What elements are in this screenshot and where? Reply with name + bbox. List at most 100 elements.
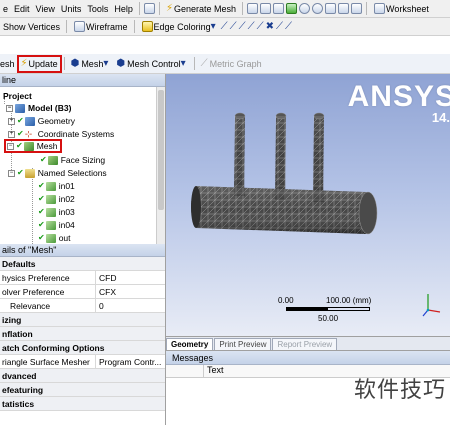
edge-coloring-dropdown[interactable]: Edge Coloring ▾ [138, 19, 221, 35]
solve-icon[interactable] [286, 3, 298, 14]
detail-value[interactable]: CFX [96, 285, 165, 299]
group-defaults[interactable]: Defaults [0, 257, 165, 271]
detail-row-relevance[interactable]: Relevance 0 [0, 298, 165, 313]
update-label: Update [28, 58, 58, 69]
collapse-icon[interactable]: − [7, 142, 14, 150]
tree-scrollbar[interactable] [156, 87, 165, 244]
generate-mesh-button[interactable]: ⚡ Generate Mesh [163, 1, 239, 17]
mesh-dropdown[interactable]: ⬢ Mesh ▾ [68, 56, 114, 72]
pin-icon[interactable]: ✖ [266, 21, 274, 32]
tree-item-in04[interactable]: ✔ in04 [38, 219, 75, 231]
detail-key: hysics Preference [0, 270, 96, 285]
check-icon: ✔ [38, 181, 45, 190]
menu-units[interactable]: Units [58, 4, 85, 14]
show-vertices-button[interactable]: Show Vertices [0, 19, 63, 35]
messages-type-column[interactable] [166, 365, 204, 377]
edge-tool-icon[interactable]: ⟋ [257, 21, 264, 32]
edge-tool-icon[interactable]: ⟋ [248, 21, 255, 32]
group-patch-conforming[interactable]: atch Conforming Options [0, 341, 165, 355]
menu-edit[interactable]: Edit [11, 4, 33, 14]
group-statistics[interactable]: tatistics [0, 397, 165, 411]
copy-icon[interactable] [260, 3, 272, 14]
detail-value[interactable]: 0 [96, 299, 165, 313]
menu-file[interactable]: e [0, 4, 11, 14]
mesh-control-icon: ⬢ [116, 58, 126, 69]
metric-graph-button[interactable]: ⟋ Metric Graph [198, 56, 265, 72]
expand-icon[interactable]: + [8, 130, 15, 138]
mesh-control-dropdown[interactable]: ⬢ Mesh Control ▾ [113, 56, 190, 72]
display-toolbar: Show Vertices Wireframe Edge Coloring ▾ … [0, 18, 450, 36]
group-inflation[interactable]: nflation [0, 327, 165, 341]
group-defeaturing[interactable]: efeaturing [0, 383, 165, 397]
tab-report-preview[interactable]: Report Preview [272, 338, 338, 350]
group-label: Defaults [2, 258, 36, 269]
tree-item-in02[interactable]: ✔ in02 [38, 193, 75, 205]
tree-item-named-selections[interactable]: − ✔ Named Selections [8, 167, 107, 179]
zoom-box-icon[interactable] [312, 3, 324, 14]
named-selections-label: Named Selections [37, 168, 107, 178]
preview-icon[interactable] [247, 3, 259, 14]
mesh-label: Mesh [36, 141, 58, 151]
menu-view[interactable]: View [33, 4, 58, 14]
group-advanced[interactable]: dvanced [0, 369, 165, 383]
details-title: ails of "Mesh" [0, 244, 165, 257]
geometry-label: Geometry [37, 116, 76, 126]
mesh-context-label: esh [0, 58, 15, 69]
collapse-icon[interactable]: − [8, 169, 15, 177]
tree-item-out[interactable]: ✔ out [38, 232, 71, 244]
tree-item-in01[interactable]: ✔ in01 [38, 180, 75, 192]
group-sizing[interactable]: izing [0, 313, 165, 327]
tab-geometry[interactable]: Geometry [166, 338, 214, 350]
fit-icon[interactable] [325, 3, 337, 14]
scale-bar: 0.00 100.00 (mm) 50.00 [278, 296, 383, 326]
paste-icon[interactable] [273, 3, 285, 14]
tree-item-project[interactable]: Project [3, 90, 32, 102]
check-icon: ✔ [40, 155, 47, 164]
detail-value[interactable]: CFD [96, 271, 165, 285]
edge-tool-icon[interactable]: ⟋ [276, 21, 283, 32]
worksheet-button[interactable]: Worksheet [370, 1, 432, 17]
tree-item-mesh[interactable]: − ✔ Mesh [4, 139, 62, 153]
tree-item-coordinate-systems[interactable]: + ✔ ⊹ Coordinate Systems [8, 128, 114, 140]
scrollbar-thumb[interactable] [158, 90, 164, 210]
select-mode-icon[interactable] [143, 3, 155, 14]
detail-row-solver[interactable]: olver Preference CFX [0, 284, 165, 299]
messages-text-column[interactable]: Text [204, 365, 224, 377]
wireframe-icon [74, 21, 86, 32]
named-selection-icon [45, 194, 56, 204]
display-icon[interactable] [351, 3, 363, 14]
collapse-icon[interactable]: − [6, 104, 13, 112]
menu-help[interactable]: Help [111, 4, 136, 14]
detail-row-physics[interactable]: hysics Preference CFD [0, 270, 165, 285]
messages-title: Messages [166, 351, 450, 365]
detail-row-surface-mesher[interactable]: riangle Surface Mesher Program Contr... [0, 354, 165, 369]
face-sizing-label: Face Sizing [60, 155, 106, 165]
menu-tools[interactable]: Tools [84, 4, 111, 14]
folder-icon [24, 168, 35, 178]
separator [193, 57, 195, 70]
watermark: 软件技巧 [353, 378, 446, 403]
tree-item-face-sizing[interactable]: ✔ Face Sizing [40, 154, 105, 166]
graphics-viewport[interactable]: ANSYS 14. 0.00 100.00 (mm) 50.00 [166, 74, 450, 336]
edge-tool-icon[interactable]: ⟋ [239, 21, 246, 32]
scale-bar-track [286, 307, 370, 311]
isometric-icon[interactable] [338, 3, 350, 14]
tree-item-geometry[interactable]: + ✔ Geometry [8, 115, 75, 127]
tab-print-preview[interactable]: Print Preview [214, 338, 272, 350]
wireframe-button[interactable]: Wireframe [70, 19, 131, 35]
tree-item-in03[interactable]: ✔ in03 [38, 206, 75, 218]
expand-icon[interactable]: + [8, 117, 15, 125]
chevron-down-icon: ▾ [180, 58, 186, 69]
detail-value[interactable]: Program Contr... [96, 355, 165, 369]
tree-item-model[interactable]: − Model (B3) [6, 102, 71, 114]
edge-tool-icon[interactable]: ⟋ [230, 21, 237, 32]
update-button[interactable]: ⚡ Update [16, 54, 62, 73]
edge-tool-icon[interactable]: ⟋ [285, 21, 292, 32]
edge-tool-icon[interactable]: ⟋ [221, 21, 228, 32]
zoom-icon[interactable] [299, 3, 311, 14]
group-label: atch Conforming Options [2, 342, 105, 353]
check-icon: ✔ [38, 233, 45, 242]
scale-left-label: 0.00 [278, 296, 294, 305]
separator [158, 2, 160, 15]
separator [133, 20, 135, 33]
